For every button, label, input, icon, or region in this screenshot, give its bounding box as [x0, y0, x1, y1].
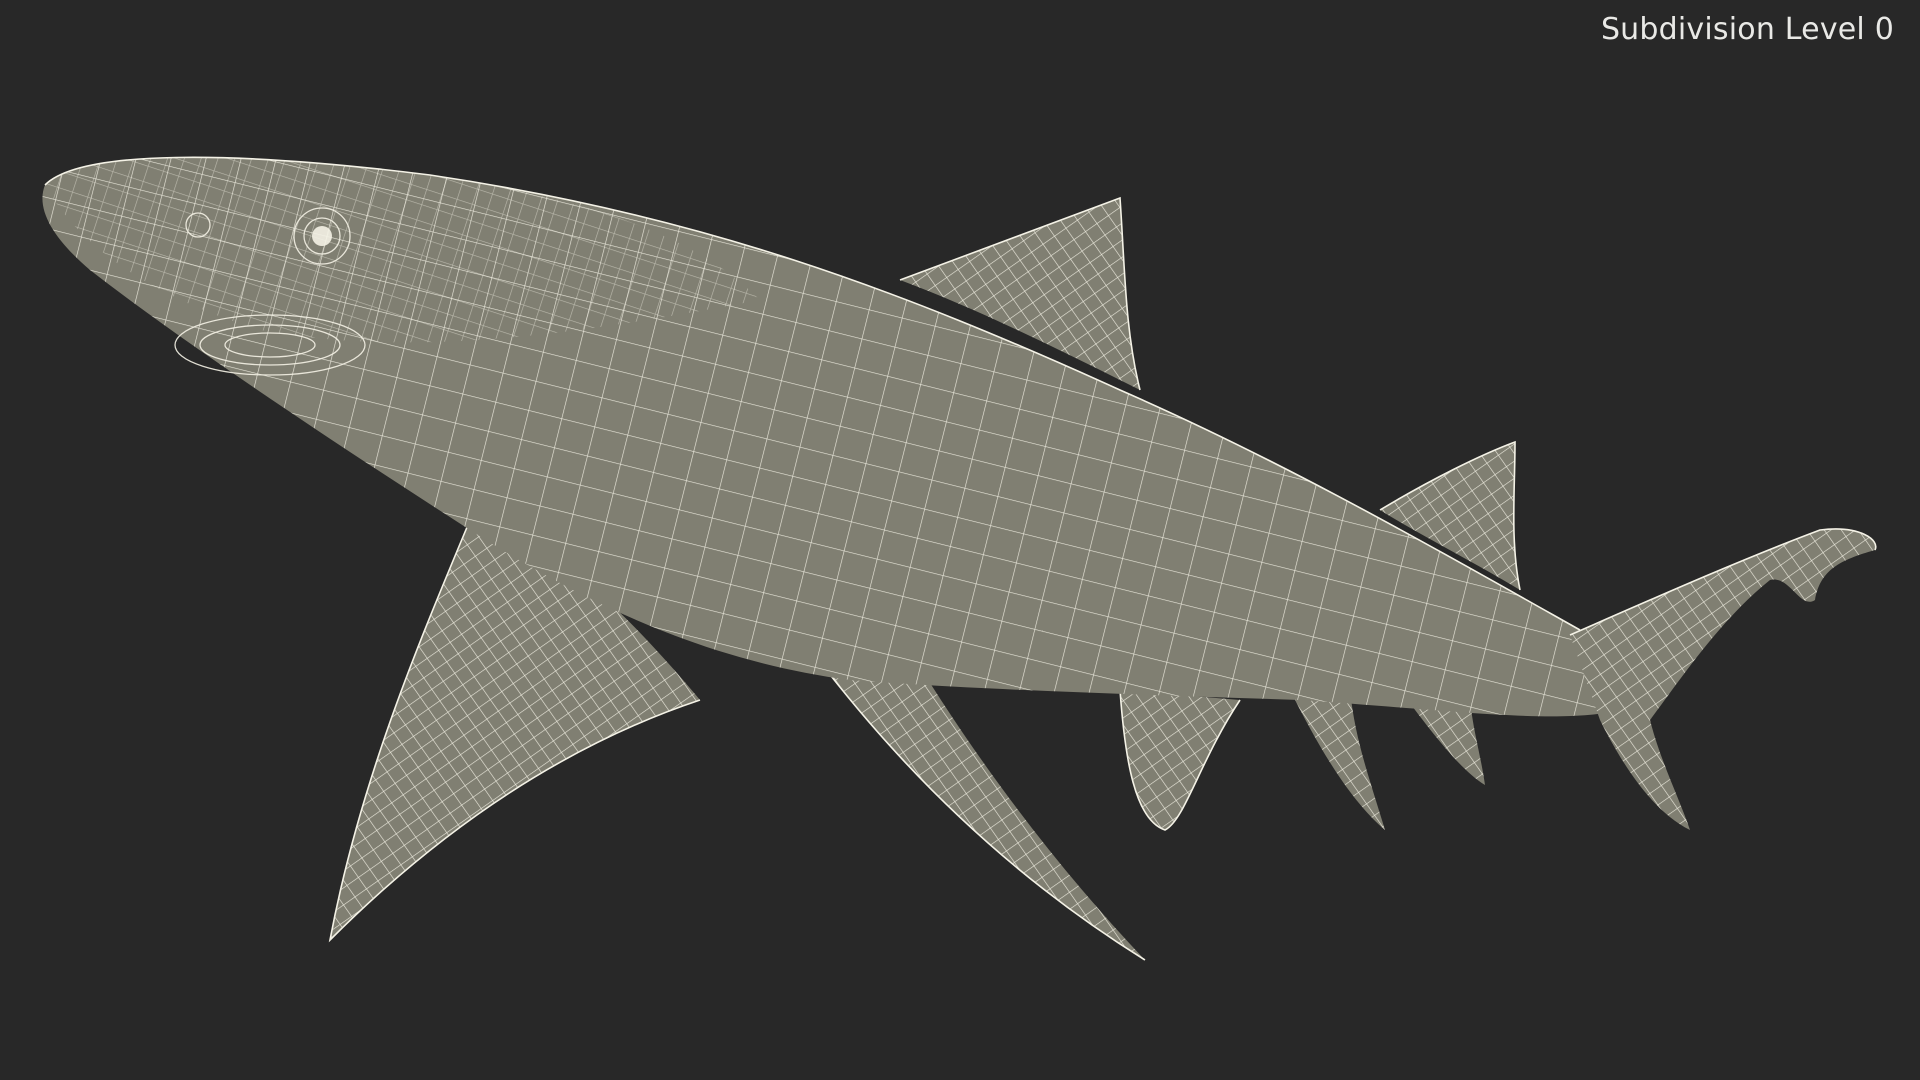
pelvic-fins: [1119, 689, 1385, 831]
render-viewport: Subdivision Level 0: [0, 0, 1920, 1080]
subdivision-level-label: Subdivision Level 0: [1600, 12, 1894, 47]
caudal-fin: [1569, 528, 1877, 830]
shark-wireframe-render: [42, 156, 1877, 961]
shark-body: [42, 156, 1628, 717]
